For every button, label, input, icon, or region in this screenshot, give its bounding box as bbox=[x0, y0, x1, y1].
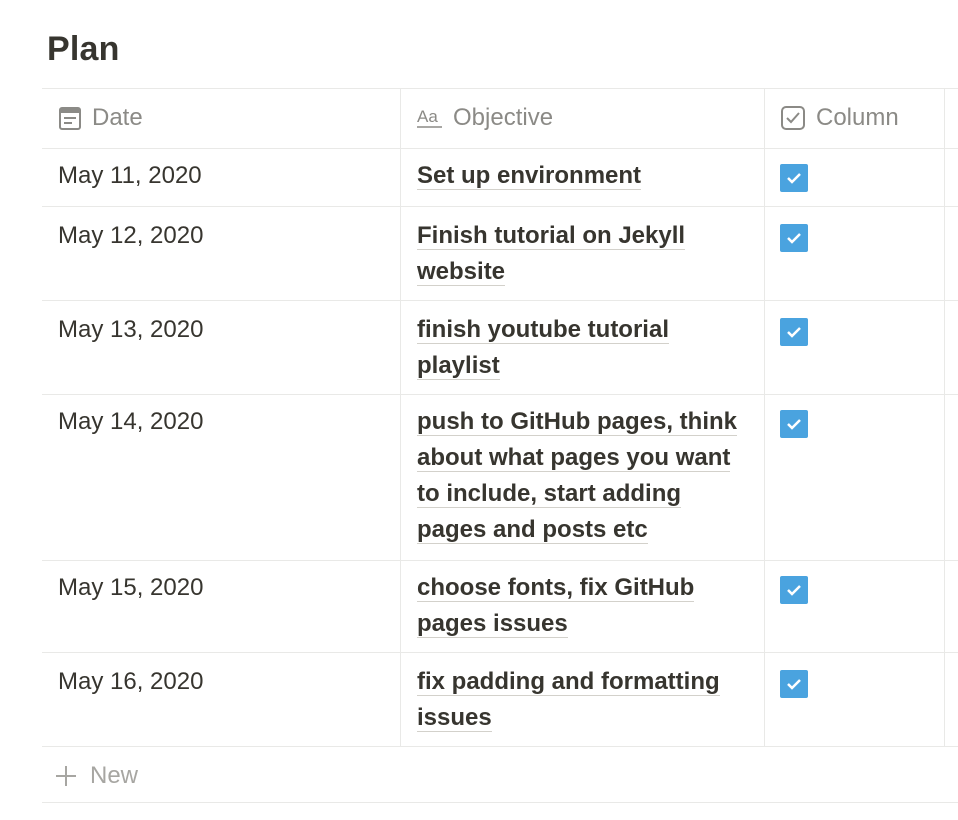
table-divider bbox=[42, 300, 958, 301]
objective-cell[interactable]: Finish tutorial on Jekyll website bbox=[417, 218, 747, 290]
checkmark-icon bbox=[787, 419, 801, 430]
column-header-column[interactable]: Column bbox=[780, 88, 899, 148]
objective-text[interactable]: Set up environment bbox=[417, 162, 642, 190]
column-header-label: Date bbox=[92, 104, 143, 131]
date-cell[interactable]: May 11, 2020 bbox=[58, 158, 202, 194]
date-cell[interactable]: May 16, 2020 bbox=[58, 664, 203, 700]
row-checkbox[interactable] bbox=[780, 410, 808, 438]
plus-icon bbox=[54, 764, 78, 788]
checkmark-icon bbox=[787, 327, 801, 338]
objective-text[interactable]: Finish tutorial on Jekyll website bbox=[417, 222, 686, 286]
objective-cell[interactable]: choose fonts, fix GitHub pages issues bbox=[417, 570, 717, 642]
date-cell[interactable]: May 15, 2020 bbox=[58, 570, 203, 606]
add-new-row-button[interactable]: New bbox=[54, 758, 138, 794]
objective-cell[interactable]: Set up environment bbox=[417, 158, 747, 194]
objective-cell[interactable]: finish youtube tutorial playlist bbox=[417, 312, 707, 384]
row-checkbox[interactable] bbox=[780, 164, 808, 192]
objective-text[interactable]: choose fonts, fix GitHub pages issues bbox=[417, 574, 695, 638]
objective-text[interactable]: push to GitHub pages, think about what p… bbox=[417, 408, 737, 544]
column-header-objective[interactable]: Aa Objective bbox=[417, 88, 553, 148]
checkmark-icon bbox=[787, 679, 801, 690]
row-checkbox[interactable] bbox=[780, 224, 808, 252]
row-checkbox[interactable] bbox=[780, 576, 808, 604]
column-divider bbox=[400, 88, 401, 746]
table-divider bbox=[42, 394, 958, 395]
row-checkbox[interactable] bbox=[780, 318, 808, 346]
objective-cell[interactable]: fix padding and formatting issues bbox=[417, 664, 747, 736]
table-divider bbox=[42, 746, 958, 747]
column-header-label: Column bbox=[816, 104, 899, 131]
date-cell[interactable]: May 14, 2020 bbox=[58, 404, 203, 440]
new-row-label: New bbox=[90, 762, 139, 789]
row-checkbox[interactable] bbox=[780, 670, 808, 698]
checkmark-icon bbox=[787, 585, 801, 596]
checkbox-icon bbox=[780, 105, 806, 131]
checkmark-icon bbox=[787, 233, 801, 244]
page-title: Plan bbox=[47, 30, 120, 68]
table-divider bbox=[42, 802, 958, 803]
objective-cell[interactable]: push to GitHub pages, think about what p… bbox=[417, 404, 747, 548]
table-divider bbox=[42, 206, 958, 207]
objective-text[interactable]: fix padding and formatting issues bbox=[417, 668, 720, 732]
table-divider bbox=[42, 560, 958, 561]
column-header-label: Objective bbox=[453, 104, 554, 131]
column-header-date[interactable]: Date bbox=[58, 88, 143, 148]
table-divider bbox=[42, 652, 958, 653]
text-aa-icon: Aa bbox=[417, 106, 443, 130]
column-divider bbox=[944, 88, 945, 746]
checkmark-icon bbox=[787, 173, 801, 184]
column-divider bbox=[764, 88, 765, 746]
objective-text[interactable]: finish youtube tutorial playlist bbox=[417, 316, 669, 380]
table-divider bbox=[42, 148, 958, 149]
svg-text:Aa: Aa bbox=[417, 107, 438, 126]
date-cell[interactable]: May 13, 2020 bbox=[58, 312, 203, 348]
calendar-icon bbox=[58, 105, 82, 131]
date-cell[interactable]: May 12, 2020 bbox=[58, 218, 203, 254]
